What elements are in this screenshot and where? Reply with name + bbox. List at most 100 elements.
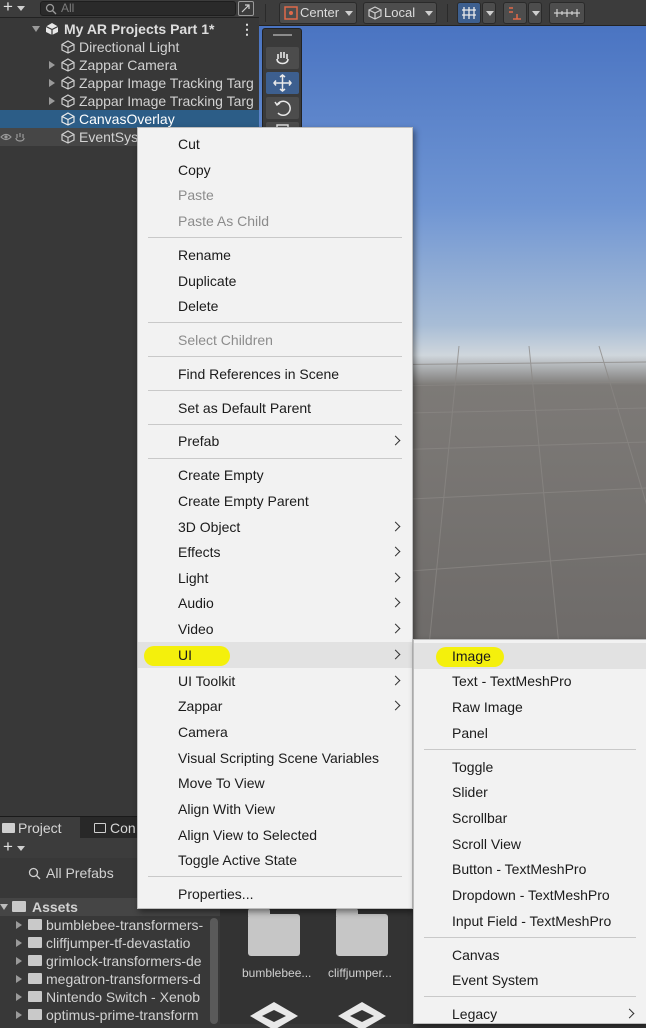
folder-item[interactable]: bumblebee-transformers-	[0, 916, 210, 934]
menu-item-video[interactable]: Video	[138, 616, 412, 642]
folder-item[interactable]: grimlock-transformers-de	[0, 952, 210, 970]
chevron-down-icon[interactable]	[17, 846, 25, 851]
tree-scrollbar[interactable]	[210, 918, 218, 1024]
menu-item-prefab[interactable]: Prefab	[138, 428, 412, 454]
menu-item-cut[interactable]: Cut	[138, 131, 412, 157]
expand-arrow-icon[interactable]	[32, 26, 40, 32]
menu-item-create-empty[interactable]: Create Empty	[138, 462, 412, 488]
expand-arrow-icon[interactable]	[49, 61, 55, 69]
expand-arrow-icon[interactable]	[16, 957, 22, 965]
menu-item-toggle-active-state[interactable]: Toggle Active State	[138, 847, 412, 873]
submenu-item-label: Canvas	[452, 947, 500, 963]
menu-item-zappar[interactable]: Zappar	[138, 693, 412, 719]
folder-icon	[28, 973, 42, 984]
menu-item-duplicate[interactable]: Duplicate	[138, 268, 412, 294]
expand-arrow-icon[interactable]	[16, 1011, 22, 1019]
gameobject-cube-icon	[61, 130, 75, 144]
menu-item-camera[interactable]: Camera	[138, 719, 412, 745]
menu-item-rename[interactable]: Rename	[138, 242, 412, 268]
menu-item-create-empty-parent[interactable]: Create Empty Parent	[138, 488, 412, 514]
menu-item-ui-toolkit[interactable]: UI Toolkit	[138, 668, 412, 694]
menu-item-find-references[interactable]: Find References in Scene	[138, 361, 412, 387]
expand-arrow-icon[interactable]	[0, 904, 8, 910]
folder-label: optimus-prime-transform	[46, 1007, 199, 1023]
submenu-item-toggle[interactable]: Toggle	[414, 754, 646, 780]
hierarchy-item-directional-light[interactable]: Directional Light	[0, 38, 259, 56]
hierarchy-item-image-tracking-2[interactable]: Zappar Image Tracking Targ	[0, 92, 259, 110]
submenu-item-label: Panel	[452, 725, 488, 741]
hand-tool-button[interactable]	[266, 47, 299, 69]
submenu-item-dropdown-textmeshpro[interactable]: Dropdown - TextMeshPro	[414, 882, 646, 908]
submenu-item-event-system[interactable]: Event System	[414, 967, 646, 993]
search-placeholder: All	[61, 1, 75, 15]
submenu-item-scrollbar[interactable]: Scrollbar	[414, 805, 646, 831]
menu-item-audio[interactable]: Audio	[138, 590, 412, 616]
expand-arrow-icon[interactable]	[16, 975, 22, 983]
hierarchy-search-input[interactable]: All	[40, 1, 236, 16]
folder-item[interactable]: optimus-prime-transform	[0, 1006, 210, 1024]
menu-item-properties[interactable]: Properties...	[138, 881, 412, 907]
folder-item[interactable]: Nintendo Switch - Xenob	[0, 988, 210, 1006]
asset-folder-icon[interactable]	[248, 908, 300, 956]
submenu-item-scroll-view[interactable]: Scroll View	[414, 831, 646, 857]
add-icon[interactable]: +	[3, 0, 13, 16]
grid-snapping-button[interactable]	[457, 2, 481, 24]
menu-item-align-with-view[interactable]: Align With View	[138, 796, 412, 822]
submenu-item-legacy[interactable]: Legacy	[414, 1001, 646, 1027]
menu-item-3d-object[interactable]: 3D Object	[138, 514, 412, 540]
menu-item-align-view-to-selected[interactable]: Align View to Selected	[138, 822, 412, 848]
hierarchy-item-image-tracking-1[interactable]: Zappar Image Tracking Targ	[0, 74, 259, 92]
menu-item-label: Rename	[178, 247, 231, 263]
menu-item-visual-scripting-variables[interactable]: Visual Scripting Scene Variables	[138, 745, 412, 771]
gameobject-cube-icon	[61, 94, 75, 108]
expand-arrow-icon[interactable]	[16, 993, 22, 1001]
expand-arrow-icon[interactable]	[49, 97, 55, 105]
move-tool-button[interactable]	[266, 72, 299, 94]
hierarchy-item-zappar-camera[interactable]: Zappar Camera	[0, 56, 259, 74]
ruler-toggle-button[interactable]	[549, 2, 585, 24]
menu-item-light[interactable]: Light	[138, 565, 412, 591]
hierarchy-item-canvas-overlay[interactable]: CanvasOverlay	[0, 110, 259, 128]
submenu-item-raw-image[interactable]: Raw Image	[414, 694, 646, 720]
expand-arrow-icon[interactable]	[16, 921, 22, 929]
rotate-tool-button[interactable]	[266, 97, 299, 119]
menu-item-label: Paste	[178, 187, 214, 203]
submenu-item-image[interactable]: Image	[414, 643, 646, 669]
pickable-hand-icon[interactable]	[14, 131, 26, 143]
submenu-item-slider[interactable]: Slider	[414, 779, 646, 805]
menu-item-move-to-view[interactable]: Move To View	[138, 770, 412, 796]
chevron-down-icon	[345, 11, 353, 16]
chevron-down-icon[interactable]	[17, 6, 25, 11]
menu-separator	[424, 996, 636, 997]
chevron-right-icon	[390, 649, 401, 660]
submenu-item-text-textmeshpro[interactable]: Text - TextMeshPro	[414, 668, 646, 694]
tab-project[interactable]: Project	[0, 817, 80, 839]
menu-item-copy[interactable]: Copy	[138, 157, 412, 183]
pivot-space-dropdown[interactable]: Local	[363, 2, 437, 24]
grid-snap-dropdown[interactable]	[482, 2, 496, 24]
menu-item-effects[interactable]: Effects	[138, 539, 412, 565]
submenu-item-canvas[interactable]: Canvas	[414, 942, 646, 968]
menu-item-ui[interactable]: UI	[138, 642, 412, 668]
create-asset-icon[interactable]: +	[3, 837, 13, 857]
menu-item-set-default-parent[interactable]: Set as Default Parent	[138, 395, 412, 421]
increment-snap-button[interactable]	[503, 2, 527, 24]
expand-arrow-icon[interactable]	[49, 79, 55, 87]
scene-visibility-toggle[interactable]	[238, 1, 254, 16]
submenu-item-panel[interactable]: Panel	[414, 720, 646, 746]
menu-item-delete[interactable]: Delete	[138, 293, 412, 319]
pivot-mode-dropdown[interactable]: Center	[279, 2, 357, 24]
folder-item[interactable]: megatron-transformers-d	[0, 970, 210, 988]
expand-arrow-icon[interactable]	[16, 939, 22, 947]
palette-drag-handle[interactable]	[273, 34, 292, 36]
asset-folder-icon[interactable]	[336, 908, 388, 956]
hierarchy-item-scene[interactable]: My AR Projects Part 1* ⋮	[0, 20, 259, 38]
submenu-item-label: Toggle	[452, 759, 494, 775]
submenu-item-input-field-textmeshpro[interactable]: Input Field - TextMeshPro	[414, 908, 646, 934]
submenu-item-button-textmeshpro[interactable]: Button - TextMeshPro	[414, 856, 646, 882]
increment-snap-dropdown[interactable]	[528, 2, 542, 24]
visibility-eye-icon[interactable]	[0, 132, 12, 142]
more-options-icon[interactable]: ⋮	[240, 20, 254, 38]
folder-item[interactable]: cliffjumper-tf-devastatio	[0, 934, 210, 952]
menu-separator	[148, 458, 402, 459]
